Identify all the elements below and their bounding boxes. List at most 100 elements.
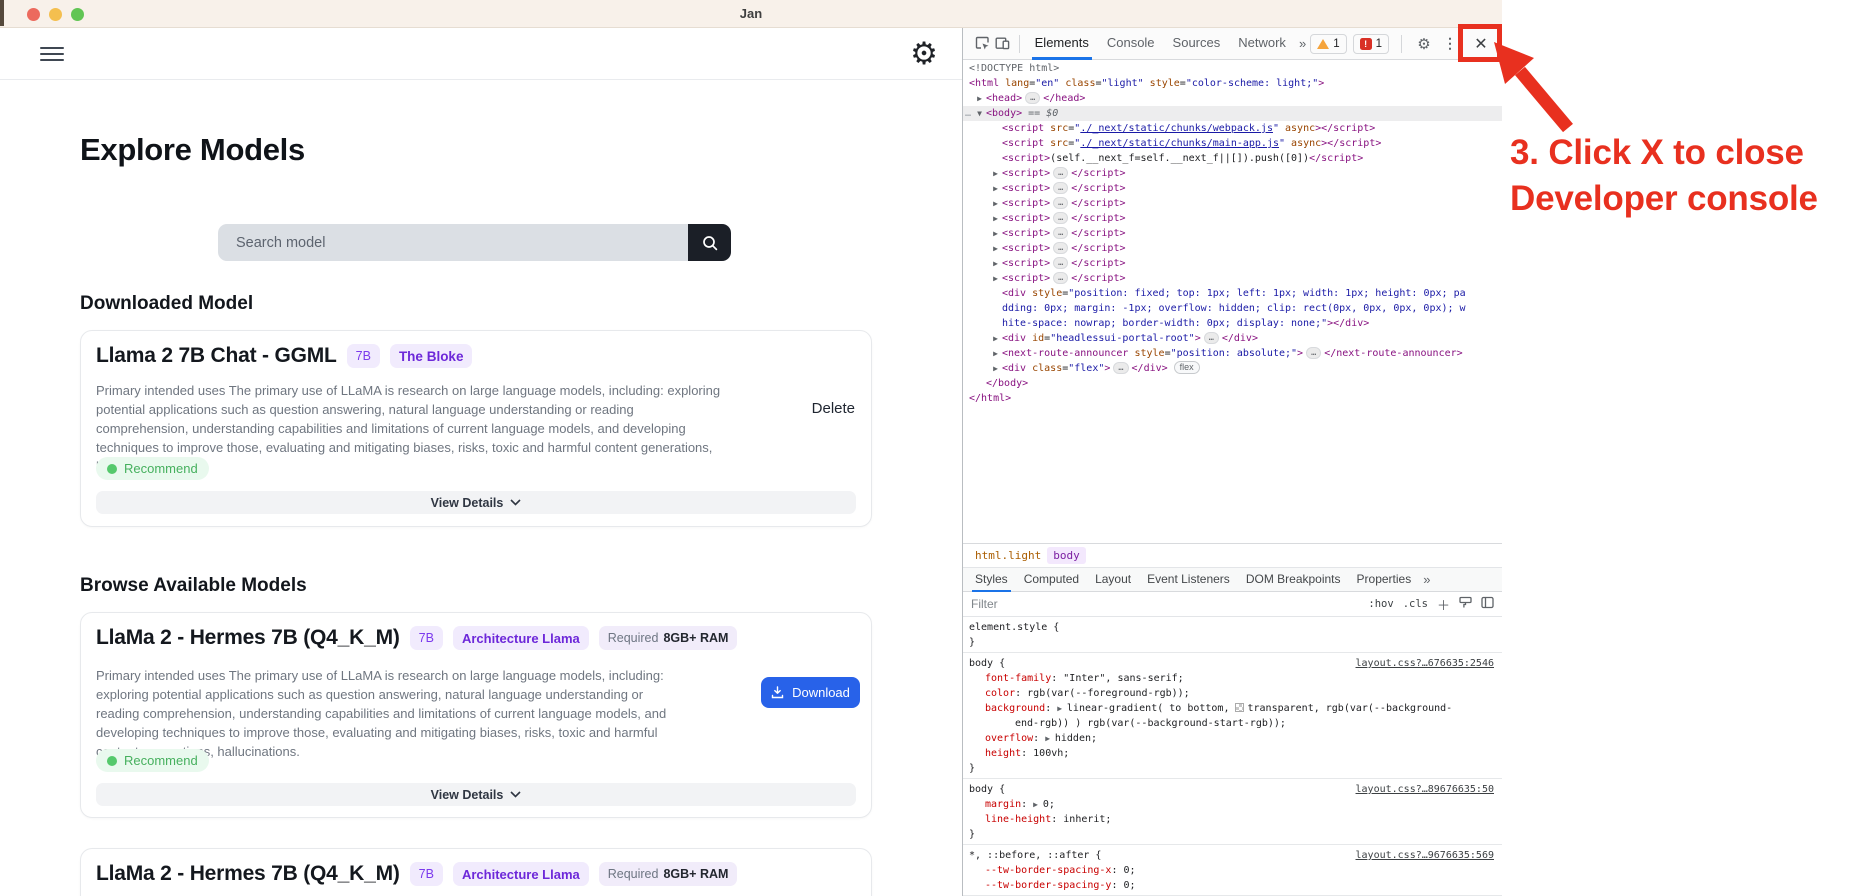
devtools-settings-gear-icon[interactable]: ⚙ xyxy=(1414,34,1434,54)
stylesheet-source-link[interactable]: layout.css?…9676635:569 xyxy=(1356,848,1494,863)
tab-layout[interactable]: Layout xyxy=(1087,567,1139,592)
rendering-icon[interactable] xyxy=(1459,596,1472,612)
dom-line[interactable]: ▶<script>…</script> xyxy=(963,211,1502,226)
model-card-downloaded: Llama 2 7B Chat - GGML 7B The Bloke Prim… xyxy=(80,330,872,527)
dom-line[interactable]: ▶<script>…</script> xyxy=(963,226,1502,241)
style-property-line[interactable]: color: rgb(var(--foreground-rgb)); xyxy=(963,686,1502,701)
breadcrumb-body[interactable]: body xyxy=(1047,547,1086,564)
devtools-toolbar: Elements Console Sources Network » 1 ! 1… xyxy=(963,28,1502,60)
breadcrumb-html[interactable]: html.light xyxy=(971,547,1045,564)
tab-network[interactable]: Network xyxy=(1229,28,1295,60)
annotation-text: 3. Click X to close Developer console xyxy=(1510,130,1852,222)
dom-line[interactable]: ▶<script>…</script> xyxy=(963,271,1502,286)
style-property-line[interactable]: height: 100vh; xyxy=(963,746,1502,761)
more-style-tabs-icon[interactable]: » xyxy=(1419,572,1434,587)
toolbar-divider xyxy=(1401,35,1402,53)
class-toggle[interactable]: .cls xyxy=(1403,598,1428,610)
jan-window: Jan ⚙ Explore Models Download xyxy=(0,0,1502,896)
dom-line[interactable]: ▶<script>…</script> xyxy=(963,256,1502,271)
style-rule: *, ::before, ::after {layout.css?…967663… xyxy=(963,845,1502,896)
tab-properties[interactable]: Properties xyxy=(1349,567,1420,592)
dom-line[interactable]: ▶<script>…</script> xyxy=(963,181,1502,196)
tab-computed[interactable]: Computed xyxy=(1016,567,1087,592)
style-rule-selector[interactable]: body {layout.css?…89676635:50 xyxy=(963,782,1502,797)
style-rule-selector[interactable]: *, ::before, ::after {layout.css?…967663… xyxy=(963,848,1502,863)
search-button[interactable] xyxy=(688,224,731,261)
hamburger-menu-icon[interactable] xyxy=(40,47,64,62)
app-header: ⚙ xyxy=(0,28,962,80)
device-toolbar-icon[interactable] xyxy=(993,34,1013,54)
style-property-line[interactable]: line-height: inherit; xyxy=(963,812,1502,827)
model-ram-badge: Required 8GB+ RAM xyxy=(599,862,738,886)
dom-line[interactable]: </html> xyxy=(963,391,1502,406)
style-rule: body {layout.css?…676635:2546font-family… xyxy=(963,653,1502,779)
style-property-line[interactable]: overflow: ▶ hidden; xyxy=(963,731,1502,746)
style-property-line[interactable]: font-family: "Inter", sans-serif; xyxy=(963,671,1502,686)
dom-line[interactable]: <script src="./_next/static/chunks/main-… xyxy=(963,136,1502,151)
dom-line[interactable]: ▶<div id="headlessui-portal-root">…</div… xyxy=(963,331,1502,346)
tab-event-listeners[interactable]: Event Listeners xyxy=(1139,567,1238,592)
errors-badge[interactable]: ! 1 xyxy=(1353,34,1389,54)
tab-styles[interactable]: Styles xyxy=(967,567,1016,592)
inspect-element-icon[interactable] xyxy=(973,34,993,54)
hover-state-toggle[interactable]: :hov xyxy=(1368,598,1393,610)
dom-line[interactable]: <div style="position: fixed; top: 1px; l… xyxy=(963,286,1502,301)
warnings-badge[interactable]: 1 xyxy=(1310,34,1346,54)
tab-dom-breakpoints[interactable]: DOM Breakpoints xyxy=(1238,567,1349,592)
more-tabs-icon[interactable]: » xyxy=(1295,36,1310,51)
dom-line[interactable]: <script src="./_next/static/chunks/webpa… xyxy=(963,121,1502,136)
dom-line[interactable]: ▶<head>…</head> xyxy=(963,91,1502,106)
styles-filter-input[interactable] xyxy=(971,597,1221,611)
styles-filter-bar: :hov .cls ＋ xyxy=(963,592,1502,617)
styles-sidebar-tabs: Styles Computed Layout Event Listeners D… xyxy=(963,567,1502,592)
elements-dom-tree: <!DOCTYPE html><html lang="en" class="li… xyxy=(963,60,1502,543)
dom-line[interactable]: ▶<script>…</script> xyxy=(963,166,1502,181)
dom-line[interactable]: <html lang="en" class="light" style="col… xyxy=(963,76,1502,91)
tab-elements[interactable]: Elements xyxy=(1026,28,1098,60)
dom-line[interactable]: hite-space: nowrap; border-width: 0px; d… xyxy=(963,316,1502,331)
stylesheet-source-link[interactable]: layout.css?…676635:2546 xyxy=(1356,656,1494,671)
dom-line[interactable]: ▶<script>…</script> xyxy=(963,196,1502,211)
style-property-line[interactable]: --tw-border-spacing-x: 0; xyxy=(963,863,1502,878)
style-rule-selector[interactable]: body {layout.css?…676635:2546 xyxy=(963,656,1502,671)
download-icon xyxy=(771,686,784,699)
delete-button[interactable]: Delete xyxy=(812,400,855,417)
style-property-line[interactable]: background: ▶ linear-gradient( to bottom… xyxy=(963,701,1502,716)
model-ram-badge: Required 8GB+ RAM xyxy=(599,626,738,650)
tab-sources[interactable]: Sources xyxy=(1164,28,1230,60)
dom-line[interactable]: <!DOCTYPE html> xyxy=(963,61,1502,76)
dom-line[interactable]: ▶<next-route-announcer style="position: … xyxy=(963,346,1502,361)
new-style-rule-icon[interactable]: ＋ xyxy=(1437,595,1450,614)
model-size-badge: 7B xyxy=(347,344,380,368)
style-rule: element.style {} xyxy=(963,617,1502,653)
styles-pane: element.style {}body {layout.css?…676635… xyxy=(963,617,1502,896)
dom-line[interactable]: …▼<body> == $0 xyxy=(963,106,1502,121)
dom-line-gutter[interactable]: … xyxy=(965,106,971,121)
view-details-button[interactable]: View Details xyxy=(96,783,856,806)
model-size-badge: 7B xyxy=(410,626,443,650)
dom-line[interactable]: ▶<script>…</script> xyxy=(963,241,1502,256)
search-icon xyxy=(701,234,719,252)
tab-console[interactable]: Console xyxy=(1098,28,1164,60)
settings-gear-icon[interactable]: ⚙ xyxy=(902,32,946,76)
model-card-browse-partial: LlaMa 2 - Hermes 7B (Q4_K_M) 7B Architec… xyxy=(80,848,872,896)
search-input[interactable] xyxy=(236,224,666,261)
dom-line[interactable]: <script>(self.__next_f=self.__next_f||[]… xyxy=(963,151,1502,166)
download-button[interactable]: Download xyxy=(761,677,860,708)
stylesheet-source-link[interactable]: layout.css?…89676635:50 xyxy=(1356,782,1494,797)
style-rule-selector[interactable]: element.style { xyxy=(963,620,1502,635)
dom-line[interactable]: ▶<div class="flex">…</div>flex xyxy=(963,361,1502,376)
view-details-button[interactable]: View Details xyxy=(96,491,856,514)
style-property-line[interactable]: end-rgb)) ) rgb(var(--background-start-r… xyxy=(963,716,1502,731)
style-property-line[interactable]: margin: ▶ 0; xyxy=(963,797,1502,812)
dom-line[interactable]: dding: 0px; margin: -1px; overflow: hidd… xyxy=(963,301,1502,316)
dom-line[interactable]: </body> xyxy=(963,376,1502,391)
jan-app: ⚙ Explore Models Downloaded Model Llama … xyxy=(0,28,962,896)
style-property-line[interactable]: --tw-border-spacing-y: 0; xyxy=(963,878,1502,893)
sidebar-toggle-icon[interactable] xyxy=(1481,596,1494,612)
model-arch-badge: Architecture Llama xyxy=(453,862,589,886)
window-title: Jan xyxy=(0,6,1502,21)
model-card-browse: LlaMa 2 - Hermes 7B (Q4_K_M) 7B Architec… xyxy=(80,612,872,818)
model-title: LlaMa 2 - Hermes 7B (Q4_K_M) xyxy=(96,862,400,886)
devtools-kebab-menu-icon[interactable]: ⋮ xyxy=(1440,34,1460,54)
